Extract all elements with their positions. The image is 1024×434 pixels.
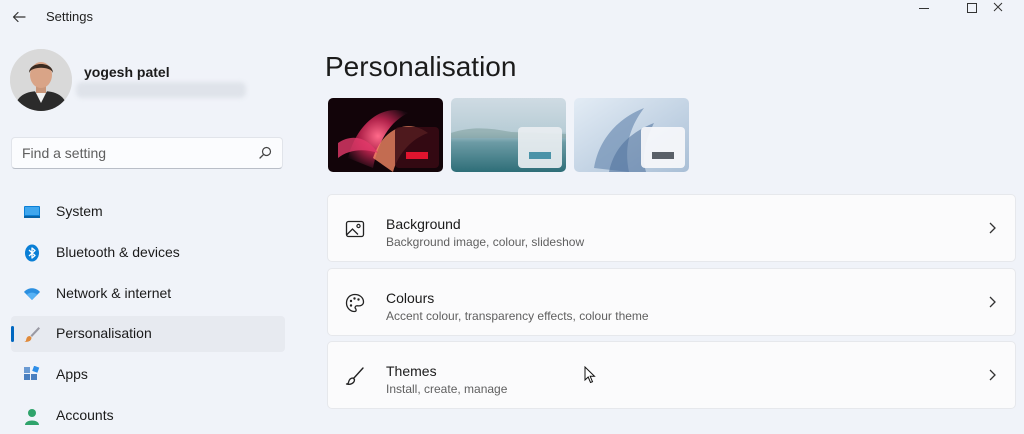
search-icon[interactable] bbox=[257, 145, 273, 161]
sidebar-item-apps[interactable]: Apps bbox=[11, 357, 285, 393]
sidebar-item-bluetooth[interactable]: Bluetooth & devices bbox=[11, 235, 285, 271]
card-description: Background image, colour, slideshow bbox=[386, 235, 585, 249]
close-button[interactable] bbox=[976, 0, 1020, 14]
chevron-right-icon bbox=[989, 369, 996, 381]
sidebar-item-label: Apps bbox=[56, 366, 88, 382]
theme-thumbnail[interactable] bbox=[451, 98, 566, 172]
colours-card[interactable]: Colours Accent colour, transparency effe… bbox=[327, 268, 1016, 336]
mouse-cursor-icon bbox=[584, 366, 596, 384]
monitor-icon bbox=[24, 206, 40, 218]
search-input[interactable] bbox=[22, 144, 247, 162]
sidebar-item-label: Personalisation bbox=[56, 325, 152, 341]
bluetooth-icon bbox=[25, 244, 39, 262]
chevron-right-icon bbox=[989, 296, 996, 308]
card-description: Install, create, manage bbox=[386, 382, 508, 396]
sidebar-item-label: Bluetooth & devices bbox=[56, 244, 180, 260]
theme-preview-image bbox=[574, 98, 689, 172]
sidebar-item-label: Network & internet bbox=[56, 285, 172, 301]
sidebar-item-network[interactable]: Network & internet bbox=[11, 276, 285, 312]
profile-name: yogesh patel bbox=[84, 64, 170, 80]
person-icon bbox=[25, 409, 39, 425]
profile-email-redacted bbox=[76, 82, 246, 98]
apps-icon bbox=[24, 366, 40, 380]
themes-card[interactable]: Themes Install, create, manage bbox=[327, 341, 1016, 409]
window-title: Settings bbox=[46, 9, 93, 24]
sidebar-item-personalisation[interactable]: Personalisation bbox=[11, 316, 285, 352]
theme-preview-image bbox=[451, 98, 566, 172]
search-box[interactable] bbox=[11, 137, 283, 169]
brush-icon bbox=[345, 367, 364, 385]
theme-thumbnail[interactable] bbox=[328, 98, 443, 172]
sidebar-item-accounts[interactable]: Accounts bbox=[11, 398, 285, 434]
chevron-right-icon bbox=[989, 222, 996, 234]
card-title: Themes bbox=[386, 363, 437, 379]
avatar[interactable] bbox=[10, 49, 72, 111]
sidebar-item-label: Accounts bbox=[56, 407, 114, 423]
palette-icon bbox=[345, 293, 365, 313]
close-icon bbox=[993, 2, 1003, 12]
avatar-image bbox=[10, 49, 72, 111]
sidebar-item-system[interactable]: System bbox=[11, 194, 285, 230]
title-bar: Settings bbox=[0, 0, 1024, 34]
theme-preview-image bbox=[328, 98, 443, 172]
page-title: Personalisation bbox=[325, 51, 517, 82]
minimize-button[interactable] bbox=[902, 0, 946, 14]
minimize-icon bbox=[919, 7, 929, 9]
back-button[interactable] bbox=[8, 6, 30, 28]
arrow-left-icon bbox=[12, 11, 26, 23]
selection-indicator bbox=[11, 326, 14, 342]
card-title: Background bbox=[386, 216, 461, 232]
card-description: Accent colour, transparency effects, col… bbox=[386, 309, 649, 323]
paintbrush-icon bbox=[24, 327, 40, 342]
theme-thumbnail[interactable] bbox=[574, 98, 689, 172]
background-card[interactable]: Background Background image, colour, sli… bbox=[327, 194, 1016, 262]
image-icon bbox=[345, 220, 365, 238]
sidebar-item-label: System bbox=[56, 203, 103, 219]
card-title: Colours bbox=[386, 290, 435, 306]
wifi-icon bbox=[24, 288, 40, 300]
